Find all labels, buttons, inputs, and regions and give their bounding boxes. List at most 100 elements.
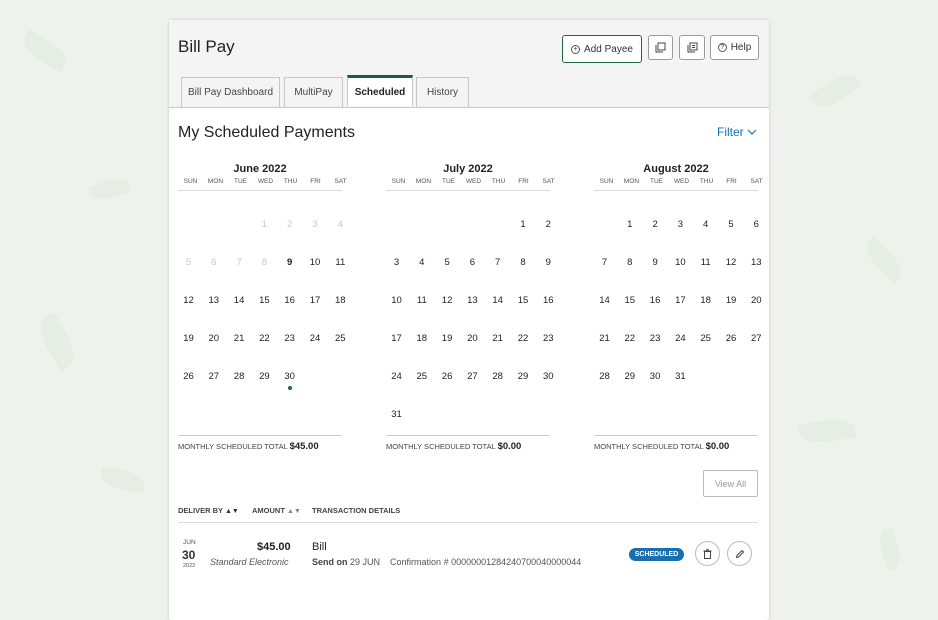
calendar-day[interactable]: 19 — [176, 333, 201, 344]
calendar-day[interactable]: 20 — [201, 333, 226, 344]
calendar-day[interactable]: 21 — [592, 333, 617, 344]
edit-button[interactable] — [727, 541, 752, 566]
calendar-day[interactable]: 27 — [460, 371, 485, 382]
calendar-day[interactable]: 18 — [693, 295, 718, 306]
calendar-day[interactable]: 15 — [617, 295, 642, 306]
calendar-day[interactable]: 24 — [384, 371, 409, 382]
calendar-day[interactable]: 28 — [227, 371, 252, 382]
calendar-day[interactable]: 19 — [719, 295, 744, 306]
tab-scheduled[interactable]: Scheduled — [347, 75, 413, 106]
calendar-day[interactable]: 10 — [303, 257, 328, 268]
calendar-day[interactable]: 31 — [668, 371, 693, 382]
help-button[interactable]: ? Help — [710, 35, 759, 60]
calendar-day[interactable]: 16 — [277, 295, 302, 306]
calendar-day[interactable]: 22 — [511, 333, 536, 344]
calendar-day[interactable]: 7 — [485, 257, 510, 268]
calendar-day[interactable]: 17 — [384, 333, 409, 344]
calendar-day[interactable]: 22 — [252, 333, 277, 344]
calendar-day[interactable]: 24 — [303, 333, 328, 344]
add-payee-button[interactable]: + Add Payee — [562, 35, 642, 63]
column-header-transaction-details: TRANSACTION DETAILS — [312, 506, 401, 515]
calendar-day[interactable]: 30 — [643, 371, 668, 382]
calendar-day[interactable]: 14 — [485, 295, 510, 306]
calendar-day[interactable]: 5 — [719, 219, 744, 230]
calendar-day[interactable]: 13 — [201, 295, 226, 306]
calendar-day[interactable]: 14 — [227, 295, 252, 306]
calendar-day[interactable]: 2 — [536, 219, 561, 230]
calendar-day[interactable]: 1 — [511, 219, 536, 230]
calendar-day[interactable]: 30 — [277, 371, 302, 382]
tab-history[interactable]: History — [416, 77, 469, 107]
calendar-day[interactable]: 16 — [643, 295, 668, 306]
calendar-day[interactable]: 13 — [744, 257, 769, 268]
calendar-day[interactable]: 28 — [592, 371, 617, 382]
calendar-day[interactable]: 6 — [460, 257, 485, 268]
filter-toggle[interactable]: Filter — [717, 125, 757, 139]
calendar-day[interactable]: 26 — [176, 371, 201, 382]
calendar-day[interactable]: 10 — [384, 295, 409, 306]
copy-icon — [655, 42, 666, 53]
column-header-amount[interactable]: AMOUNT ▲▼ — [252, 506, 301, 515]
column-header-deliver-by[interactable]: DELIVER BY ▲▼ — [178, 506, 239, 515]
calendar-day[interactable]: 9 — [643, 257, 668, 268]
calendar-day[interactable]: 25 — [328, 333, 353, 344]
calendar-day[interactable]: 23 — [277, 333, 302, 344]
calendar-day[interactable]: 25 — [693, 333, 718, 344]
calendar-day[interactable]: 14 — [592, 295, 617, 306]
calendar-day[interactable]: 13 — [460, 295, 485, 306]
calendar-day[interactable]: 27 — [201, 371, 226, 382]
copy-button[interactable] — [648, 35, 673, 60]
calendar-day[interactable]: 20 — [744, 295, 769, 306]
calendar-day[interactable]: 8 — [511, 257, 536, 268]
calendar-day[interactable]: 11 — [328, 257, 353, 268]
calendar-day[interactable]: 28 — [485, 371, 510, 382]
view-all-button[interactable]: View All — [703, 470, 758, 497]
calendar-day[interactable]: 31 — [384, 409, 409, 420]
calendar-day[interactable]: 10 — [668, 257, 693, 268]
calendar-day[interactable]: 12 — [719, 257, 744, 268]
tab-bill-pay-dashboard[interactable]: Bill Pay Dashboard — [181, 77, 280, 107]
calendar-day[interactable]: 24 — [668, 333, 693, 344]
calendar-day[interactable]: 3 — [384, 257, 409, 268]
calendar-day[interactable]: 9 — [536, 257, 561, 268]
calendar-day[interactable]: 12 — [435, 295, 460, 306]
calendar-day[interactable]: 12 — [176, 295, 201, 306]
calendar-day[interactable]: 26 — [435, 371, 460, 382]
calendar-day[interactable]: 18 — [409, 333, 434, 344]
calendar-day[interactable]: 5 — [435, 257, 460, 268]
calendar-day[interactable]: 18 — [328, 295, 353, 306]
calendar-day[interactable]: 21 — [227, 333, 252, 344]
calendar-day[interactable]: 1 — [617, 219, 642, 230]
calendar-day[interactable]: 22 — [617, 333, 642, 344]
calendar-day[interactable]: 4 — [693, 219, 718, 230]
calendar-day[interactable]: 11 — [693, 257, 718, 268]
calendar-day[interactable]: 29 — [617, 371, 642, 382]
calendar-day[interactable]: 11 — [409, 295, 434, 306]
calendar-day[interactable]: 30 — [536, 371, 561, 382]
calendar-day[interactable]: 2 — [643, 219, 668, 230]
calendar-day[interactable]: 21 — [485, 333, 510, 344]
multi-copy-button[interactable] — [679, 35, 705, 60]
calendar-day[interactable]: 29 — [252, 371, 277, 382]
calendar-day[interactable]: 9 — [277, 257, 302, 268]
tab-multipay[interactable]: MultiPay — [284, 77, 343, 107]
calendar-day[interactable]: 15 — [252, 295, 277, 306]
calendar-day[interactable]: 23 — [536, 333, 561, 344]
calendar-day[interactable]: 27 — [744, 333, 769, 344]
calendar-day[interactable]: 7 — [592, 257, 617, 268]
calendar-day[interactable]: 25 — [409, 371, 434, 382]
calendar-day[interactable]: 17 — [668, 295, 693, 306]
calendar-day[interactable]: 26 — [719, 333, 744, 344]
calendar-day[interactable]: 3 — [668, 219, 693, 230]
calendar-day[interactable]: 15 — [511, 295, 536, 306]
calendar-day[interactable]: 6 — [744, 219, 769, 230]
calendar-day[interactable]: 23 — [643, 333, 668, 344]
calendar-day[interactable]: 19 — [435, 333, 460, 344]
calendar-day[interactable]: 17 — [303, 295, 328, 306]
calendar-day[interactable]: 4 — [409, 257, 434, 268]
delete-button[interactable] — [695, 541, 720, 566]
calendar-day[interactable]: 29 — [511, 371, 536, 382]
calendar-day[interactable]: 20 — [460, 333, 485, 344]
calendar-day[interactable]: 16 — [536, 295, 561, 306]
calendar-day[interactable]: 8 — [617, 257, 642, 268]
